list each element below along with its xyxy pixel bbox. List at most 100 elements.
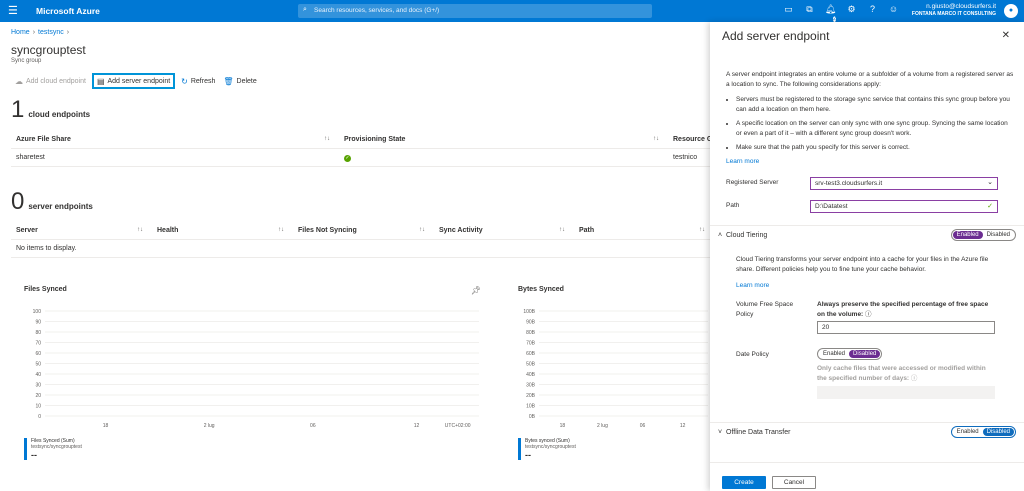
info-icon[interactable]: ⓘ — [911, 375, 918, 382]
avatar[interactable]: ● — [1004, 4, 1018, 18]
date-policy-desc: Only cache files that were accessed or m… — [817, 364, 997, 383]
vfs-percent-input[interactable]: 20 — [817, 321, 995, 334]
sort-icon[interactable]: ↑↓ — [137, 227, 143, 233]
toggle-disabled[interactable]: Disabled — [849, 350, 881, 358]
column-header[interactable]: Azure File Share — [16, 136, 71, 143]
cancel-button[interactable]: Cancel — [772, 476, 816, 489]
offline-transfer-toggle[interactable]: Enabled Disabled — [950, 426, 1016, 438]
command-bar: ☁ Add cloud endpoint ▤ Add server endpoi… — [11, 73, 261, 89]
sort-icon[interactable]: ↑↓ — [653, 136, 659, 142]
vfs-desc-text: Always preserve the specified percentage… — [817, 301, 989, 318]
date-desc-text: Only cache files that were accessed or m… — [817, 365, 986, 382]
column-header[interactable]: Files Not Syncing — [298, 227, 357, 234]
toggle-enabled[interactable]: Enabled — [952, 231, 983, 239]
column-header[interactable]: Server — [16, 227, 38, 234]
chart-title: Bytes Synced — [518, 286, 564, 293]
toggle-enabled[interactable]: Enabled — [953, 428, 983, 436]
y-tick-label: 80B — [526, 330, 536, 336]
offline-transfer-section[interactable]: ˅ Offline Data Transfer Enabled Disabled — [710, 422, 1024, 442]
table-row[interactable]: sharetest ✓ testnico — [11, 149, 711, 167]
column-header[interactable]: Sync Activity — [439, 227, 483, 234]
cloud-tiering-header[interactable]: ˄ Cloud Tiering — [718, 232, 767, 239]
y-tick-label: 50 — [35, 362, 41, 368]
files-synced-chart[interactable]: Files Synced 📌︎ 100 90 80 70 60 50 40 30 20 10 0 18… — [11, 283, 481, 473]
top-bar: ☰ Microsoft Azure ⌕ Search resources, se… — [0, 0, 1024, 22]
offline-transfer-title: Offline Data Transfer — [725, 429, 791, 436]
x-tick-label: 12 — [414, 423, 420, 429]
add-cloud-endpoint-button[interactable]: ☁ Add cloud endpoint — [11, 73, 90, 89]
vfs-policy-desc: Always preserve the specified percentage… — [817, 300, 997, 319]
cloud-tiering-title: Cloud Tiering — [725, 232, 768, 239]
offline-transfer-header[interactable]: ˅ Offline Data Transfer — [718, 429, 790, 436]
breadcrumb-item[interactable]: testsync — [38, 29, 64, 36]
sort-icon[interactable]: ↑↓ — [278, 227, 284, 233]
path-input[interactable]: D:\Datatest ✓ — [810, 200, 998, 213]
cloud-endpoints-table: Azure File Share ↑↓ Provisioning State ↑… — [11, 131, 719, 167]
breadcrumb-home[interactable]: Home — [11, 29, 30, 36]
delete-button[interactable]: 🗑︎ Delete — [219, 73, 260, 89]
y-tick-label: 30B — [526, 383, 536, 389]
refresh-button[interactable]: ↻ Refresh — [177, 73, 219, 89]
add-server-endpoint-label: Add server endpoint — [107, 77, 171, 85]
chevron-down-icon: ˅ — [718, 429, 723, 436]
pin-icon[interactable]: 📌︎ — [471, 286, 481, 295]
add-server-endpoint-button[interactable]: ▤ Add server endpoint — [91, 73, 176, 89]
chart-plot: 100B 90B 80B 70B 60B 50B 40B 30B 20B 10B 0B 18 2 lug… — [523, 309, 708, 429]
column-header[interactable]: Health — [157, 227, 178, 234]
chart-legend[interactable]: Bytes synced (Sum) testsync/syncgrouptes… — [518, 438, 576, 460]
resource-group: testnico — [673, 154, 698, 161]
toggle-disabled[interactable]: Disabled — [983, 231, 1014, 239]
x-tick-label: 12 — [680, 423, 686, 429]
share-name[interactable]: sharetest — [16, 154, 45, 161]
column-header[interactable]: Provisioning State — [344, 136, 405, 143]
y-tick-label: 100B — [523, 309, 535, 315]
page-title: syncgrouptest — [11, 43, 86, 57]
registered-server-select[interactable]: srv-test3.cloudsurfers.it ⌄ — [810, 177, 998, 190]
user-org: FONTANA MARCO IT CONSULTING — [911, 11, 996, 17]
considerations-list: Servers must be registered to the storag… — [736, 95, 1011, 158]
y-tick-label: 30 — [35, 383, 41, 389]
y-tick-label: 20 — [35, 393, 41, 399]
add-server-endpoint-panel: Add server endpoint ✕ A server endpoint … — [710, 22, 1024, 491]
chevron-up-icon: ˄ — [718, 232, 723, 239]
cloud-tiering-learn-more[interactable]: Learn more — [736, 281, 769, 291]
x-tick-label: UTC+02:00 — [445, 423, 471, 429]
sort-icon[interactable]: ↑↓ — [324, 136, 330, 142]
sort-icon[interactable]: ↑↓ — [419, 227, 425, 233]
date-days-input[interactable] — [817, 386, 995, 399]
search-icon: ⌕ — [303, 6, 307, 13]
sort-icon[interactable]: ↑↓ — [559, 227, 565, 233]
brand-title[interactable]: Microsoft Azure — [36, 6, 100, 16]
global-search[interactable]: ⌕ Search resources, services, and docs (… — [298, 4, 652, 18]
bytes-synced-chart[interactable]: Bytes Synced 100B 90B 80B 70B 60B 50B 40B 30B 20… — [505, 283, 710, 473]
legend-value: -- — [525, 450, 531, 460]
status-ok-icon: ✓ — [344, 155, 351, 162]
date-policy-label: Date Policy — [736, 351, 769, 358]
path-value: D:\Datatest — [815, 203, 848, 210]
info-icon[interactable]: ⓘ — [865, 311, 872, 318]
server-add-icon: ▤ — [96, 76, 105, 86]
chart-plot: 100908070605040302010018 2 lug 06 12 UTC+02:… — [33, 309, 479, 429]
user-account[interactable]: n.giusto@cloudsurfers.it FONTANA MARCO I… — [912, 3, 996, 17]
user-email: n.giusto@cloudsurfers.it — [926, 3, 996, 10]
learn-more-link[interactable]: Learn more — [726, 158, 759, 165]
page-subtitle: Sync group — [11, 58, 42, 64]
toggle-disabled[interactable]: Disabled — [982, 428, 1014, 436]
y-tick-label: 0 — [38, 414, 41, 420]
column-header[interactable]: Path — [579, 227, 594, 234]
cloud-tiering-toggle[interactable]: Enabled Disabled — [950, 229, 1016, 241]
x-tick-label: 18 — [103, 423, 109, 429]
sort-icon[interactable]: ↑↓ — [699, 227, 705, 233]
date-policy-toggle[interactable]: Enabled Disabled — [817, 348, 883, 360]
toggle-enabled[interactable]: Enabled — [819, 350, 849, 358]
close-icon[interactable]: ✕ — [1002, 30, 1010, 41]
breadcrumb: Home › testsync › — [11, 29, 70, 36]
cloud-endpoints-count: 1 — [11, 96, 25, 123]
chart-legend[interactable]: Files Synced (Sum) testsync/syncgrouptes… — [24, 438, 82, 460]
y-tick-label: 60B — [526, 351, 536, 357]
cloud-tiering-section[interactable]: ˄ Cloud Tiering Enabled Disabled — [710, 225, 1024, 245]
menu-icon[interactable]: ☰ — [8, 4, 18, 17]
y-tick-label: 10 — [35, 404, 41, 410]
server-endpoints-count: 0 — [11, 188, 25, 215]
create-button[interactable]: Create — [722, 476, 766, 489]
